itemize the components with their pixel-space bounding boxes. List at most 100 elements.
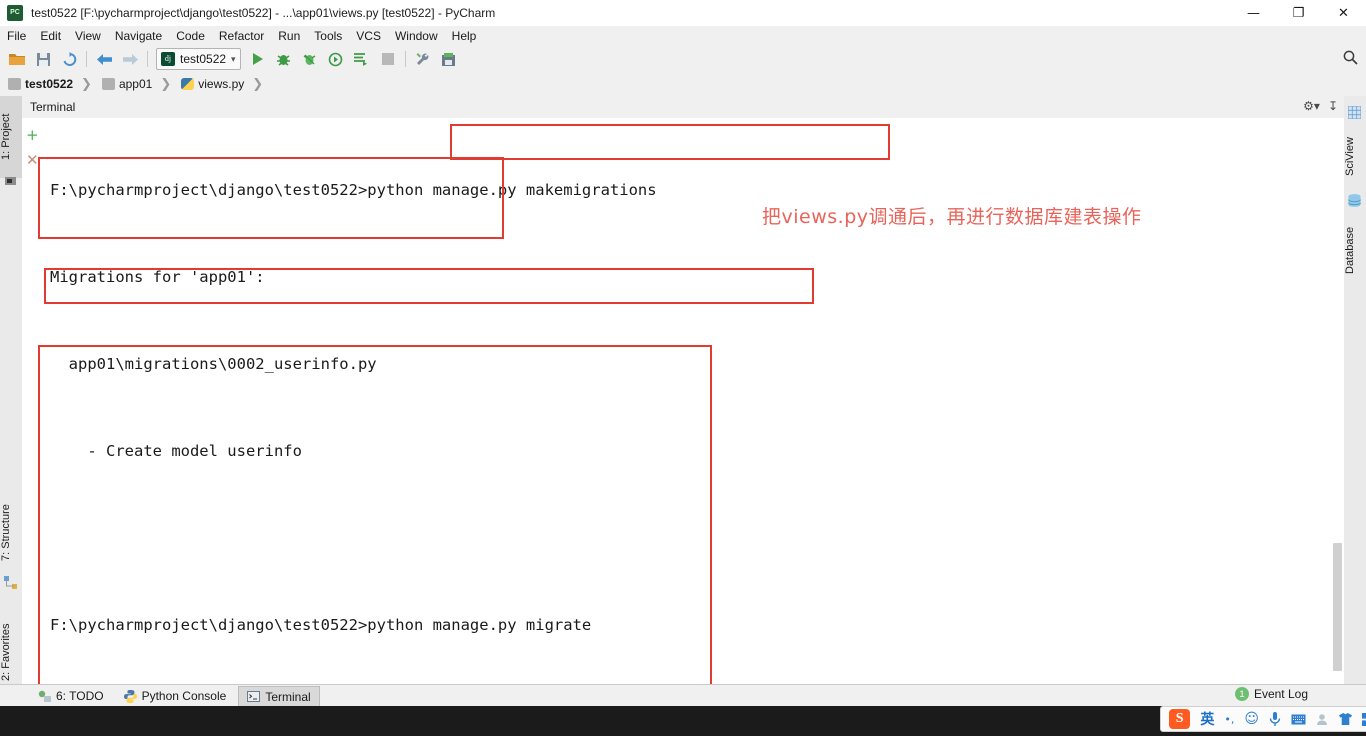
menu-tools[interactable]: Tools: [307, 27, 349, 45]
ime-punctuation-icon[interactable]: •,: [1224, 713, 1234, 726]
ime-keyboard-icon[interactable]: [1291, 714, 1306, 725]
settings-wrench-icon[interactable]: [412, 48, 434, 70]
scrollbar-thumb[interactable]: [1333, 543, 1342, 671]
ime-chinese-icon[interactable]: 英: [1200, 709, 1214, 729]
sidebar-item-project[interactable]: 1: Project: [0, 96, 22, 178]
terminal-icon: [247, 690, 261, 703]
sogou-logo-icon[interactable]: S: [1169, 709, 1191, 729]
title-bar: test0522 [F:\pycharmproject\django\test0…: [0, 0, 1366, 27]
menu-vcs[interactable]: VCS: [349, 27, 388, 45]
database-icon: [1348, 194, 1361, 207]
breadcrumb-separator: ❯: [252, 76, 264, 92]
menu-code[interactable]: Code: [169, 27, 212, 45]
sidebar-item-structure[interactable]: 7: Structure: [0, 486, 22, 580]
hide-panel-icon[interactable]: ↧: [1328, 99, 1338, 113]
bottom-tool-window-bar: 6: TODO Python Console Terminal 1 Event …: [0, 684, 1366, 707]
breadcrumb-label: views.py: [198, 77, 245, 91]
breadcrumb-item-test0522[interactable]: test0522: [0, 77, 73, 91]
terminal-gutter: + ✕: [22, 118, 44, 684]
sync-icon[interactable]: [58, 48, 80, 70]
ime-voice-icon[interactable]: [1269, 712, 1281, 726]
folder-icon: [101, 78, 115, 90]
search-everywhere-icon[interactable]: [1343, 50, 1358, 69]
bottom-tab-label: Python Console: [141, 689, 227, 703]
menu-run[interactable]: Run: [271, 27, 307, 45]
menu-window[interactable]: Window: [388, 27, 445, 45]
gear-icon[interactable]: ⚙▾: [1303, 99, 1320, 113]
save-icon[interactable]: [32, 48, 54, 70]
breadcrumb-separator: ❯: [160, 76, 172, 92]
sidebar-item-label: 2: Favorites: [0, 623, 12, 681]
toolbar-separator: [86, 51, 87, 67]
open-folder-icon[interactable]: [6, 48, 28, 70]
terminal-panel-header: Terminal ⚙▾ ↧: [22, 96, 1344, 119]
ime-emoji-icon[interactable]: ☺: [1244, 711, 1259, 727]
bottom-tab-python-console[interactable]: Python Console: [116, 686, 235, 706]
debug-icon[interactable]: [273, 48, 295, 70]
sidebar-item-database[interactable]: Database: [1344, 210, 1366, 290]
minimize-button[interactable]: —: [1231, 0, 1276, 26]
event-log-label: Event Log: [1253, 687, 1308, 701]
menu-refactor[interactable]: Refactor: [212, 27, 271, 45]
sidebar-item-label: Database: [1344, 226, 1356, 274]
arrow-right-icon[interactable]: [119, 48, 141, 70]
toolbar-separator-2: [147, 51, 148, 67]
window-title: test0522 [F:\pycharmproject\django\test0…: [31, 6, 496, 20]
menu-navigate[interactable]: Navigate: [108, 27, 169, 45]
menu-help[interactable]: Help: [445, 27, 484, 45]
right-tool-window-bar: SciView Database: [1343, 96, 1366, 684]
chevron-down-icon: ▾: [231, 53, 236, 64]
terminal-header-actions: ⚙▾ ↧: [1303, 99, 1338, 113]
terminal-scrollbar[interactable]: [1331, 118, 1344, 684]
breadcrumb-item-app01[interactable]: app01: [94, 77, 152, 91]
close-button[interactable]: ✕: [1321, 0, 1366, 26]
breadcrumb-label: app01: [118, 77, 153, 91]
breadcrumb-label: test0522: [25, 77, 74, 91]
python-console-icon: [123, 689, 137, 703]
breadcrumb-item-views-py[interactable]: views.py: [173, 77, 244, 91]
sidebar-item-label: 7: Structure: [0, 504, 12, 562]
sidebar-item-label: 1: Project: [0, 113, 12, 161]
menu-edit[interactable]: Edit: [33, 27, 68, 45]
arrow-left-icon[interactable]: [93, 48, 115, 70]
left-tool-window-bar: 1: Project 7: Structure 2: Favorites: [0, 96, 23, 708]
bottom-tab-terminal[interactable]: Terminal: [238, 685, 320, 707]
sidebar-item-sciview[interactable]: SciView: [1344, 122, 1366, 192]
run-with-console-icon[interactable]: [351, 48, 373, 70]
bottom-tab-todo[interactable]: 6: TODO: [30, 686, 112, 706]
update-project-icon[interactable]: [438, 48, 460, 70]
todo-icon: [38, 690, 51, 703]
structure-icon: [4, 576, 17, 589]
event-log-badge: 1: [1234, 687, 1249, 701]
bottom-tab-label: Terminal: [265, 689, 311, 704]
sciview-icon: [1347, 105, 1362, 120]
new-session-icon[interactable]: +: [26, 128, 39, 143]
terminal-line: F:\pycharmproject\django\test0522>python…: [50, 181, 657, 199]
terminal-line: F:\pycharmproject\django\test0522>python…: [50, 616, 592, 634]
ime-user-icon[interactable]: [1316, 713, 1329, 726]
maximize-button[interactable]: ❐: [1276, 0, 1321, 26]
bottom-tab-label: 6: TODO: [56, 689, 104, 703]
run-configuration-label: test0522: [180, 52, 227, 66]
folder-icon: [8, 78, 21, 90]
run-icon[interactable]: [247, 48, 269, 70]
sogou-ime-bar: S 英 •, ☺: [1160, 706, 1366, 732]
menu-view[interactable]: View: [68, 27, 108, 45]
close-session-icon[interactable]: ✕: [26, 153, 39, 168]
terminal-output-area[interactable]: + ✕ F:\pycharmproject\django\test0522>py…: [22, 118, 1344, 684]
ime-toolbox-icon[interactable]: [1362, 712, 1366, 726]
event-log-button[interactable]: 1 Event Log: [1234, 687, 1308, 701]
run-configuration-selector[interactable]: test0522 ▾: [156, 48, 241, 70]
project-icon: [4, 174, 17, 187]
window-controls: — ❐ ✕: [1231, 0, 1366, 26]
terminal-line: - Create model userinfo: [50, 442, 302, 460]
annotation-note: 把views.py调通后，再进行数据库建表操作: [762, 206, 1142, 228]
menu-file[interactable]: File: [0, 27, 33, 45]
terminal-tab[interactable]: Terminal: [22, 100, 83, 114]
profile-icon[interactable]: [325, 48, 347, 70]
terminal-text: F:\pycharmproject\django\test0522>python…: [50, 118, 1335, 684]
run-coverage-icon[interactable]: [299, 48, 321, 70]
ime-skin-icon[interactable]: [1339, 713, 1352, 725]
sidebar-item-label: SciView: [1344, 137, 1356, 177]
